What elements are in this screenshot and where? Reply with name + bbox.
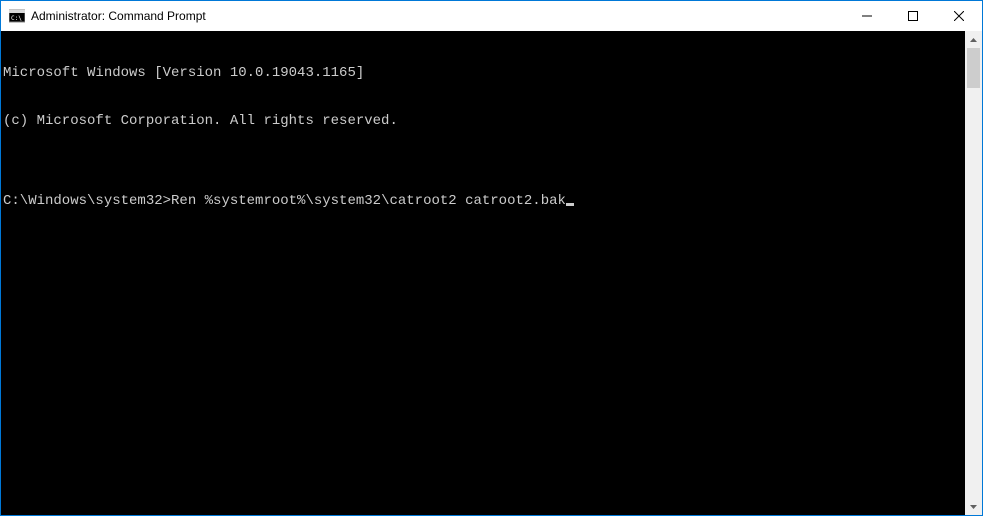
window-controls (844, 1, 982, 31)
prompt-text: C:\Windows\system32> (3, 193, 171, 209)
minimize-button[interactable] (844, 1, 890, 31)
command-prompt-window: C:\ Administrator: Command Prompt Micros… (1, 1, 982, 515)
text-cursor (566, 203, 574, 206)
vertical-scrollbar[interactable] (965, 31, 982, 515)
console-line: (c) Microsoft Corporation. All rights re… (3, 113, 965, 129)
close-button[interactable] (936, 1, 982, 31)
maximize-button[interactable] (890, 1, 936, 31)
scrollbar-thumb[interactable] (967, 48, 980, 88)
command-text: Ren %systemroot%\system32\catroot2 catro… (171, 193, 566, 209)
scroll-down-button[interactable] (965, 498, 982, 515)
scroll-up-button[interactable] (965, 31, 982, 48)
console-output[interactable]: Microsoft Windows [Version 10.0.19043.11… (1, 31, 965, 515)
console-line: Microsoft Windows [Version 10.0.19043.11… (3, 65, 965, 81)
client-area: Microsoft Windows [Version 10.0.19043.11… (1, 31, 982, 515)
window-title: Administrator: Command Prompt (31, 9, 206, 23)
titlebar[interactable]: C:\ Administrator: Command Prompt (1, 1, 982, 31)
svg-text:C:\: C:\ (11, 15, 22, 22)
console-prompt-line: C:\Windows\system32>Ren %systemroot%\sys… (3, 193, 965, 209)
cmd-app-icon: C:\ (9, 8, 25, 24)
scrollbar-track[interactable] (965, 48, 982, 498)
